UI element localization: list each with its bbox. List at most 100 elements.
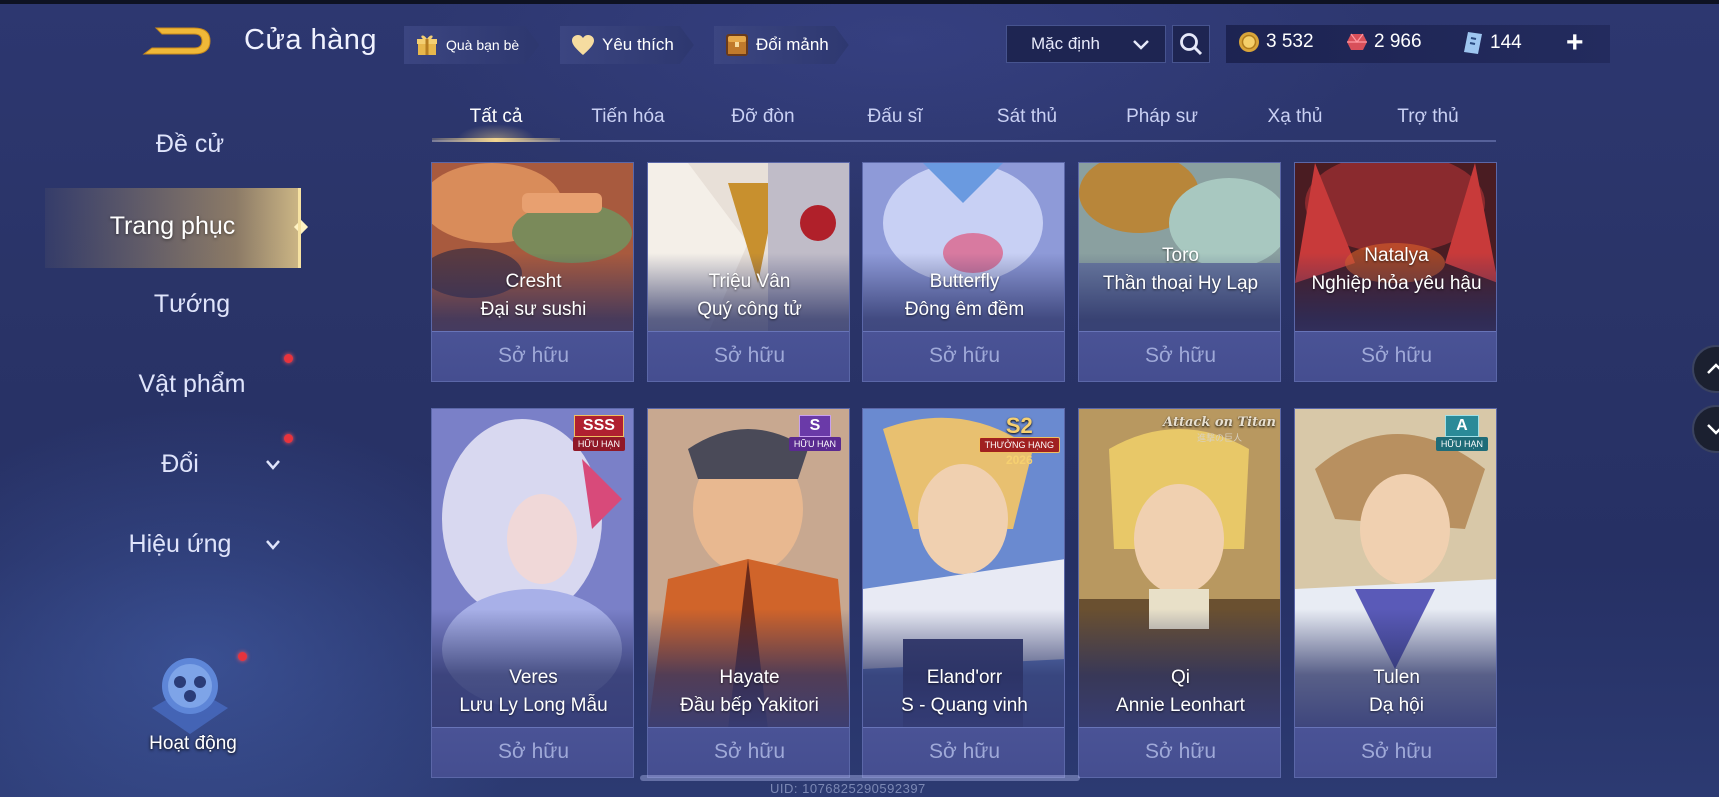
badge-label: HỮU HẠN <box>788 437 841 451</box>
tab-evolution[interactable]: Tiến hóa <box>573 106 683 128</box>
voucher-amount: 144 <box>1490 32 1522 53</box>
back-arrow-icon <box>142 27 211 55</box>
tab-friend-gifts-label: Quà bạn bè <box>446 37 520 53</box>
sort-dropdown-value: Mặc định <box>1031 34 1100 53</box>
hero-name: Qi <box>1171 667 1190 688</box>
sidebar-item-recommended[interactable]: Đề cử <box>0 130 490 159</box>
skin-card[interactable]: Triệu Vân Quý công tử Sở hữu <box>647 162 850 382</box>
chevron-down-icon <box>1133 40 1149 50</box>
search-icon <box>1180 33 1203 56</box>
tab-fighter[interactable]: Đấu sĩ <box>840 106 950 128</box>
hero-name: Butterfly <box>929 271 1000 292</box>
owned-status: Sở hữu <box>1295 331 1496 381</box>
sidebar-item-items[interactable]: Vật phẩm <box>42 370 342 399</box>
badge-label: 進撃の巨人 <box>1197 433 1243 443</box>
heart-icon <box>570 32 596 58</box>
badge-tier: S <box>798 415 832 437</box>
hero-name: Veres <box>509 667 558 688</box>
ruby-gem-icon <box>1347 33 1367 50</box>
ruby-balance: 2 966 <box>1346 31 1422 53</box>
owned-status: Sở hữu <box>1295 727 1496 777</box>
skin-name: Nghiệp hỏa yêu hậu <box>1311 273 1482 294</box>
sidebar-item-skins[interactable]: Trang phục <box>45 188 309 268</box>
tab-assassin[interactable]: Sát thủ <box>972 106 1082 128</box>
skin-name: Dạ hội <box>1369 695 1424 716</box>
notification-dot <box>284 354 293 363</box>
skin-card[interactable]: Natalya Nghiệp hỏa yêu hậu Sở hữu <box>1294 162 1497 382</box>
tab-all[interactable]: Tất cả <box>441 106 551 128</box>
sidebar-item-effects[interactable]: Hiệu ứng <box>30 530 330 559</box>
hero-name: Hayate <box>719 667 780 688</box>
tab-shard-exchange-label: Đổi mảnh <box>756 35 829 54</box>
skin-name: Đầu bếp Yakitori <box>680 695 819 716</box>
add-currency-button[interactable]: + <box>1566 26 1584 60</box>
treasure-chest-icon <box>724 32 750 58</box>
chevron-down-icon <box>1707 424 1719 435</box>
badge-tier: S2 <box>1005 413 1033 438</box>
gift-icon <box>414 32 440 58</box>
sort-dropdown[interactable]: Mặc định <box>1006 25 1166 63</box>
search-button[interactable] <box>1172 25 1210 63</box>
currency-bar: 3 532 2 966 144 + <box>1226 25 1610 63</box>
skin-card[interactable]: Butterfly Đông êm đềm Sở hữu <box>862 162 1065 382</box>
scroll-down-button[interactable] <box>1692 405 1719 453</box>
sidebar-item-skins-label: Trang phục <box>109 212 236 240</box>
rarity-badge: S HỮU HẠN <box>788 415 841 455</box>
back-button[interactable] <box>142 22 216 60</box>
user-id: UID: 1076825290592397 <box>770 781 926 796</box>
skin-name: Đại sư sushi <box>480 299 587 320</box>
notification-dot <box>238 652 247 661</box>
tab-support[interactable]: Trợ thủ <box>1373 106 1483 128</box>
badge-tier: SSS <box>573 415 624 437</box>
sidebar-item-exchange[interactable]: Đổi <box>30 450 330 479</box>
chevron-down-icon[interactable] <box>264 458 282 472</box>
sidebar-item-exchange-label: Đổi <box>161 450 199 478</box>
skin-card[interactable]: Cresht Đại sư sushi Sở hữu <box>431 162 634 382</box>
skin-card[interactable]: Toro Thần thoại Hy Lạp Sở hữu <box>1078 162 1281 382</box>
owned-status: Sở hữu <box>863 331 1064 381</box>
tab-marksman[interactable]: Xạ thủ <box>1240 106 1350 128</box>
skin-name: Thần thoại Hy Lạp <box>1102 273 1259 294</box>
scroll-up-button[interactable] <box>1692 345 1719 393</box>
sidebar-item-heroes[interactable]: Tướng <box>42 290 342 319</box>
rarity-badge: A HỮU HẠN <box>1435 415 1488 455</box>
owned-status: Sở hữu <box>432 727 633 777</box>
skin-card[interactable]: A HỮU HẠN Tulen Dạ hội Sở hữu <box>1294 408 1497 778</box>
skin-card[interactable]: Attack on Titan 進撃の巨人 Qi Annie Leonhart … <box>1078 408 1281 778</box>
page-title: Cửa hàng <box>244 24 378 56</box>
skin-name: Annie Leonhart <box>1116 695 1245 716</box>
rarity-badge: SSS HỮU HẠN <box>572 415 625 455</box>
owned-status: Sở hữu <box>648 331 849 381</box>
skin-name: Lưu Ly Long Mẫu <box>459 695 608 716</box>
skin-card[interactable]: SSS HỮU HẠN Veres Lưu Ly Long Mẫu Sở hữu <box>431 408 634 778</box>
badge-label: THƯỞNG HẠNG <box>978 437 1060 453</box>
skin-name: S - Quang vinh <box>901 695 1028 716</box>
tab-mage[interactable]: Pháp sư <box>1107 106 1217 128</box>
badge-year: 2026 <box>1005 453 1033 467</box>
owned-status: Sở hữu <box>1079 727 1280 777</box>
tab-shard-exchange[interactable]: Đổi mảnh <box>714 26 849 64</box>
tab-friend-gifts[interactable]: Quà bạn bè <box>404 26 539 64</box>
tab-tank[interactable]: Đỡ đòn <box>708 106 818 128</box>
skin-name: Quý công tử <box>697 299 802 320</box>
chevron-up-icon <box>1707 363 1719 374</box>
hero-name: Natalya <box>1364 245 1429 266</box>
gold-amount: 3 532 <box>1266 31 1314 52</box>
badge-label: HỮU HẠN <box>1435 437 1488 451</box>
skin-card[interactable]: S HỮU HẠN Hayate Đầu bếp Yakitori Sở hữu <box>647 408 850 778</box>
owned-status: Sở hữu <box>648 727 849 777</box>
rarity-badge: S2 THƯỞNG HẠNG 2026 <box>978 413 1060 466</box>
badge-tier: Attack on Titan <box>1163 415 1276 430</box>
active-marker-icon <box>293 219 309 235</box>
hero-name: Tulen <box>1373 667 1420 688</box>
hero-name: Triệu Vân <box>708 271 791 292</box>
sidebar-item-effects-label: Hiệu ứng <box>128 530 232 558</box>
chevron-down-icon[interactable] <box>264 538 282 552</box>
skin-card[interactable]: S2 THƯỞNG HẠNG 2026 Eland'orr S - Quang … <box>862 408 1065 778</box>
skin-name: Đông êm đềm <box>904 299 1025 320</box>
hero-name: Eland'orr <box>926 667 1003 688</box>
active-tab-underline <box>432 138 560 142</box>
hero-name: Toro <box>1162 245 1199 266</box>
badge-label: HỮU HẠN <box>572 437 625 451</box>
tab-favorites[interactable]: Yêu thích <box>560 26 694 64</box>
